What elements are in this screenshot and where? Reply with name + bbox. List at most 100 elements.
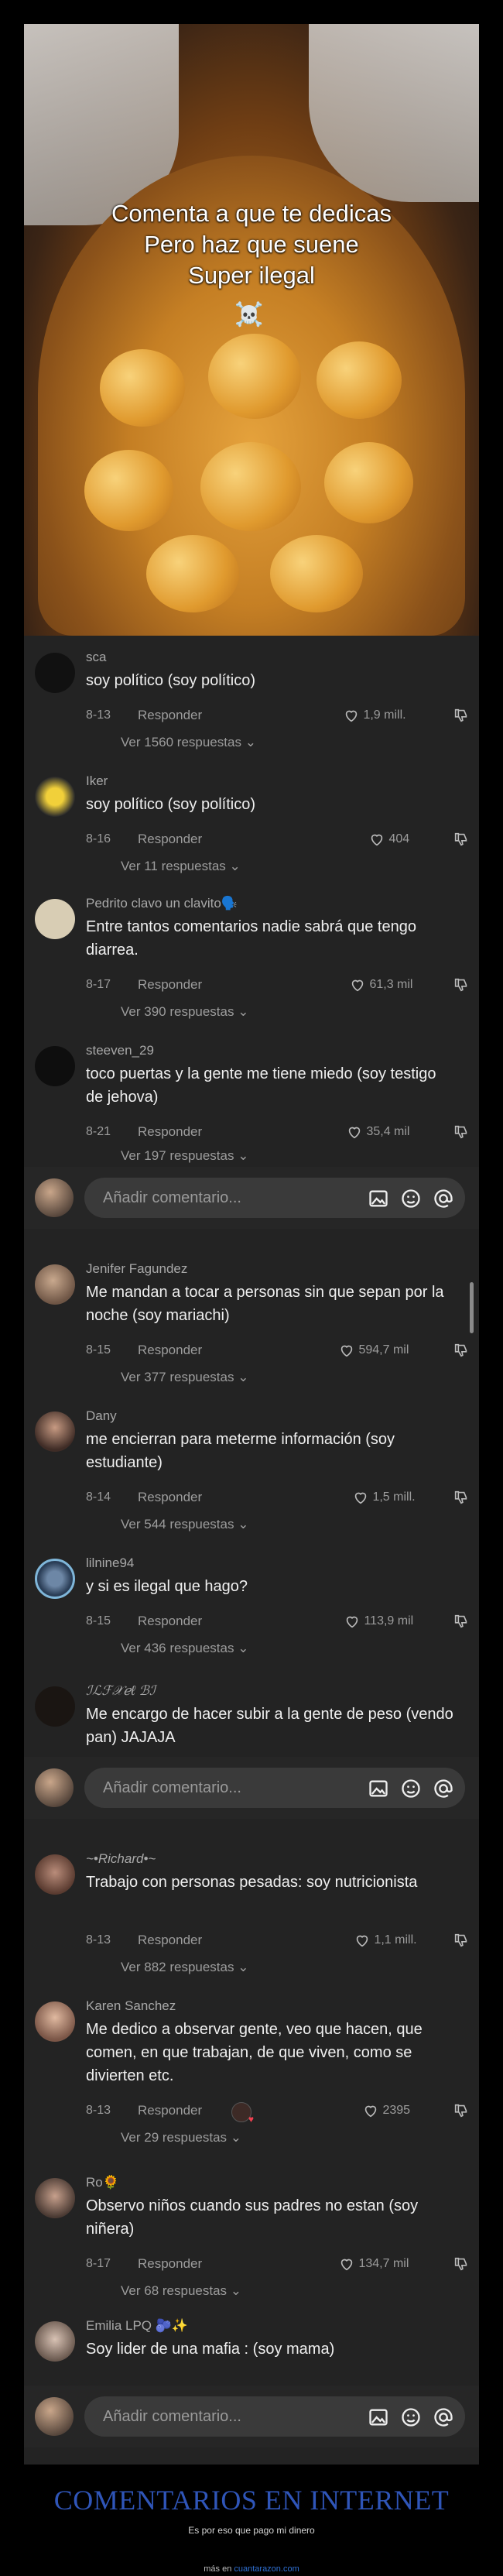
like-button[interactable]: 1,9 mill. [343, 707, 406, 724]
dislike-icon[interactable] [453, 1932, 470, 1949]
video-thumbnail[interactable]: Comenta a que te dedicas Pero haz que su… [24, 24, 479, 636]
chevron-down-icon: ⌄ [245, 735, 256, 749]
comment-text: Soy lider de una mafia : (soy mama) [86, 2341, 335, 2358]
dislike-icon[interactable] [453, 1613, 470, 1630]
comment-date: 8-17 [86, 978, 111, 991]
avatar[interactable] [35, 777, 75, 817]
avatar[interactable] [35, 1264, 75, 1305]
view-replies-link[interactable]: Ver 11 respuestas ⌄ [121, 859, 241, 874]
like-button[interactable]: 1,5 mill. [352, 1489, 416, 1506]
reply-button[interactable]: Responder [138, 1343, 202, 1358]
avatar[interactable] [35, 653, 75, 693]
dislike-icon[interactable] [453, 2255, 470, 2272]
comment-username[interactable]: Dany [86, 1408, 117, 1424]
image-icon[interactable] [368, 1188, 389, 1209]
comment-input[interactable]: Añadir comentario... [84, 1768, 465, 1808]
emoji-icon[interactable] [400, 2406, 422, 2428]
avatar[interactable] [35, 2178, 75, 2218]
image-icon[interactable] [368, 1778, 389, 1799]
creator-liked-avatar: ♥ [231, 2102, 254, 2125]
comment-date: 8-15 [86, 1343, 111, 1357]
site-credit: más en cuantarazon.com [0, 2564, 503, 2574]
mention-icon[interactable] [433, 1188, 454, 1209]
chevron-down-icon: ⌄ [238, 1517, 249, 1532]
view-replies-link[interactable]: Ver 1560 respuestas ⌄ [121, 735, 256, 750]
view-replies-link[interactable]: Ver 68 respuestas ⌄ [121, 2283, 241, 2299]
avatar[interactable] [35, 1559, 75, 1599]
avatar[interactable] [35, 899, 75, 939]
emoji-icon[interactable] [400, 1778, 422, 1799]
mention-icon[interactable] [433, 1778, 454, 1799]
like-button[interactable]: 35,4 mil [346, 1123, 409, 1141]
comment-input[interactable]: Añadir comentario... [84, 1178, 465, 1218]
avatar[interactable] [35, 1854, 75, 1895]
view-replies-link[interactable]: Ver 29 respuestas ⌄ [121, 2130, 241, 2146]
comment-text: soy político (soy político) [86, 672, 255, 689]
avatar[interactable] [35, 1686, 75, 1727]
like-button[interactable]: 113,9 mil [344, 1613, 413, 1630]
reply-button[interactable]: Responder [138, 832, 202, 847]
dislike-icon[interactable] [453, 707, 470, 724]
avatar[interactable] [35, 2321, 75, 2362]
like-button[interactable]: 594,7 mil [338, 1342, 409, 1359]
comment-date: 8-17 [86, 2257, 111, 2270]
avatar[interactable] [35, 1411, 75, 1452]
site-link[interactable]: cuantarazon.com [234, 2564, 299, 2574]
reply-button[interactable]: Responder [138, 977, 202, 993]
avatar[interactable] [35, 1046, 75, 1086]
image-icon[interactable] [368, 2406, 389, 2428]
reply-button[interactable]: Responder [138, 2256, 202, 2272]
dislike-icon[interactable] [453, 1123, 470, 1141]
comment-date: 8-21 [86, 1125, 111, 1138]
comment-username[interactable]: Emilia LPQ 🫐✨ [86, 2318, 188, 2334]
view-replies-link[interactable]: Ver 544 respuestas ⌄ [121, 1517, 248, 1532]
reply-button[interactable]: Responder [138, 2103, 202, 2118]
like-button[interactable]: 2395 [362, 2102, 410, 2119]
dislike-icon[interactable] [453, 976, 470, 993]
comment-text: soy político (soy político) [86, 796, 255, 813]
dislike-icon[interactable] [453, 831, 470, 848]
view-replies-link[interactable]: Ver 197 respuestas ⌄ [121, 1148, 248, 1164]
comment-username[interactable]: Pedrito clavo un clavito🗣️ [86, 896, 238, 911]
like-button[interactable]: 1,1 mill. [354, 1932, 417, 1949]
mention-icon[interactable] [433, 2406, 454, 2428]
comment-username[interactable]: Ro🌻 [86, 2175, 119, 2190]
dislike-icon[interactable] [453, 2102, 470, 2119]
reply-button[interactable]: Responder [138, 708, 202, 723]
avatar[interactable] [35, 2001, 75, 2042]
comment-username[interactable]: steeven_29 [86, 1043, 154, 1058]
comment-text: y si es ilegal que hago? [86, 1578, 248, 1595]
comment-username[interactable]: Iker [86, 773, 108, 789]
dislike-icon[interactable] [453, 1489, 470, 1506]
comment-username[interactable]: Karen Sanchez [86, 1998, 176, 2014]
comment-username[interactable]: Jenifer Fagundez [86, 1261, 187, 1277]
view-replies-text: Ver 436 respuestas [121, 1641, 234, 1655]
comment-username[interactable]: sca [86, 650, 106, 665]
reply-button[interactable]: Responder [138, 1124, 202, 1140]
reply-button[interactable]: Responder [138, 1933, 202, 1948]
like-button[interactable]: 61,3 mil [349, 976, 412, 993]
emoji-icon[interactable] [400, 1188, 422, 1209]
view-replies-link[interactable]: Ver 436 respuestas ⌄ [121, 1641, 248, 1656]
comment-username[interactable]: ℐℒℱ𝒳ℯℓ ℬℐ [86, 1683, 156, 1699]
view-replies-link[interactable]: Ver 377 respuestas ⌄ [121, 1370, 248, 1385]
reply-button[interactable]: Responder [138, 1614, 202, 1629]
like-count: 2395 [382, 2104, 411, 2118]
comment-username[interactable]: ~•Richard•~ [86, 1851, 156, 1867]
dislike-icon[interactable] [453, 1342, 470, 1359]
like-button[interactable]: 404 [368, 831, 409, 848]
post-subtitle: Es por eso que pago mi dinero [188, 2525, 315, 2536]
chevron-down-icon: ⌄ [229, 859, 241, 873]
comment-username[interactable]: lilnine94 [86, 1556, 134, 1571]
egg-yolk [208, 334, 301, 419]
comment-input[interactable]: Añadir comentario... [84, 2396, 465, 2437]
skull-emoji: ☠️ [234, 302, 264, 328]
like-button[interactable]: 134,7 mil [338, 2255, 409, 2272]
chevron-down-icon: ⌄ [238, 1148, 249, 1163]
scrollbar[interactable] [470, 1282, 474, 1333]
like-count: 61,3 mil [369, 978, 413, 992]
reply-button[interactable]: Responder [138, 1490, 202, 1505]
comment-date: 8-15 [86, 1614, 111, 1628]
view-replies-link[interactable]: Ver 882 respuestas ⌄ [121, 1960, 248, 1975]
view-replies-link[interactable]: Ver 390 respuestas ⌄ [121, 1004, 248, 1020]
